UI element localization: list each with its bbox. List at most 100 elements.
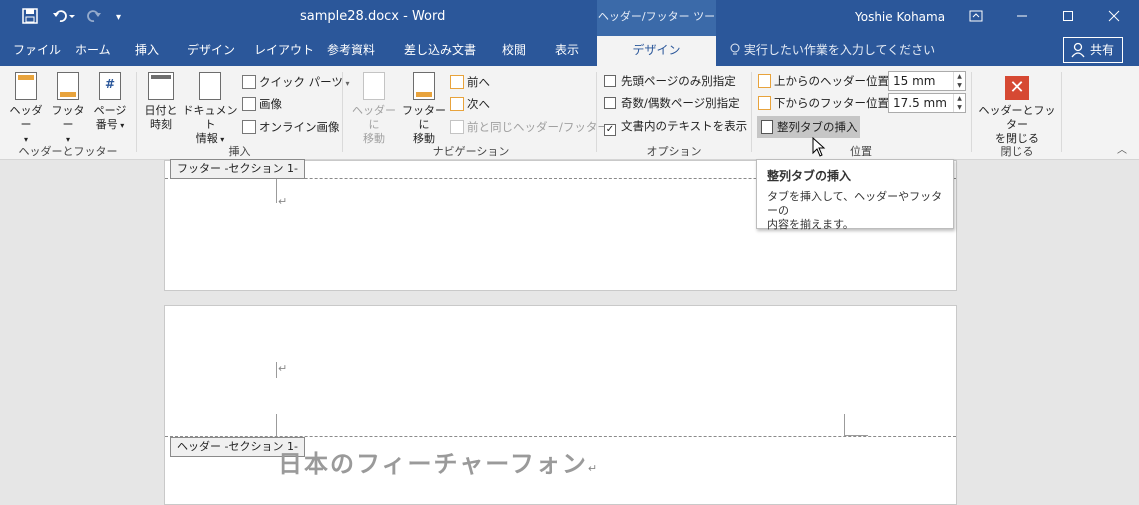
- go-to-header-icon: [363, 72, 385, 100]
- go-to-header-button[interactable]: ヘッダーに 移動: [348, 70, 400, 146]
- date-time-button[interactable]: 日付と 時刻: [142, 70, 180, 132]
- link-icon: [450, 120, 464, 134]
- group-label-insert: 挿入: [228, 145, 251, 158]
- chevron-down-icon: ▾: [117, 121, 125, 130]
- user-name[interactable]: Yoshie Kohama: [855, 0, 945, 34]
- document-page-2[interactable]: ↵ ヘッダー -セクション 1- 日本のフィーチャーフォン↵: [164, 305, 957, 505]
- document-info-button[interactable]: ドキュメント 情報 ▾: [182, 70, 238, 147]
- picture-icon: [242, 97, 256, 111]
- group-separator: [1061, 72, 1062, 152]
- group-label-options: オプション: [646, 145, 702, 158]
- page-number-icon: #: [99, 72, 121, 100]
- group-separator: [751, 72, 752, 152]
- redo-icon[interactable]: [86, 8, 102, 28]
- undo-icon[interactable]: [52, 8, 76, 28]
- tooltip: 整列タブの挿入 タブを挿入して、ヘッダーやフッターの 内容を揃えます。: [756, 159, 954, 231]
- tab-review[interactable]: 校閲: [502, 36, 526, 66]
- ribbon: ヘッダー ▾ フッター ▾ # ページ 番号 ▾ ヘッダーとフッター 日付と 時刻 ドキ…: [0, 66, 1139, 160]
- mouse-pointer-icon: [812, 136, 826, 157]
- context-tab-title: ヘッダー/フッター ツール: [597, 0, 716, 57]
- save-icon[interactable]: [22, 8, 38, 28]
- footer-position-input[interactable]: 17.5 mm ▲ ▼: [888, 93, 966, 113]
- show-document-text-checkbox[interactable]: ✓ 文書内のテキストを表示: [604, 116, 747, 136]
- online-picture-button[interactable]: オンライン画像: [242, 117, 340, 137]
- group-label-close: 閉じる: [1000, 145, 1034, 158]
- link-to-previous-button[interactable]: 前と同じヘッダー/フッター: [450, 117, 609, 137]
- paragraph-mark: ↵: [587, 462, 598, 475]
- alignment-tab-icon: [761, 120, 773, 134]
- insert-alignment-tab-button[interactable]: 整列タブの挿入: [757, 116, 860, 138]
- footer-section-label: フッター -セクション 1-: [170, 159, 305, 179]
- tab-insert[interactable]: 挿入: [135, 36, 159, 66]
- document-title: sample28.docx - Word: [300, 9, 446, 24]
- different-first-page-checkbox[interactable]: 先頭ページのみ別指定: [604, 71, 736, 91]
- close-header-footer-button[interactable]: ✕ ヘッダーとフッター を閉じる: [975, 70, 1059, 146]
- tab-view[interactable]: 表示: [555, 36, 579, 66]
- tell-me-text: 実行したい作業を入力してください: [743, 43, 936, 57]
- footer-from-bottom-icon: [758, 96, 771, 110]
- online-picture-icon: [242, 120, 256, 134]
- go-to-footer-icon: [413, 72, 435, 100]
- group-label-header-footer: ヘッダーとフッター: [18, 145, 118, 158]
- customize-quick-access-icon[interactable]: ▾: [116, 8, 121, 28]
- spin-arrows-icon[interactable]: ▲ ▼: [953, 94, 965, 112]
- spin-arrows-icon[interactable]: ▲ ▼: [953, 72, 965, 90]
- tooltip-body: タブを挿入して、ヘッダーやフッターの 内容を揃えます。: [767, 190, 943, 231]
- paragraph-mark: ↵: [278, 362, 288, 375]
- page-number-button[interactable]: # ページ 番号 ▾: [90, 70, 130, 133]
- quick-parts-button[interactable]: クイック パーツ ▾: [242, 72, 350, 92]
- ribbon-tab-bar: ファイル ホーム 挿入 デザイン レイアウト 参考資料 差し込み文書 校閲 表示…: [0, 36, 1139, 67]
- share-button[interactable]: 共有: [1063, 37, 1123, 63]
- checkmark-icon: ✓: [604, 124, 616, 136]
- minimize-icon[interactable]: [999, 0, 1045, 34]
- margin-mark: [276, 414, 277, 436]
- go-to-footer-button[interactable]: フッターに 移動: [400, 70, 448, 146]
- collapse-ribbon-icon[interactable]: ︿: [1117, 141, 1127, 156]
- group-separator: [342, 72, 343, 152]
- previous-button[interactable]: 前へ: [450, 72, 490, 92]
- tab-references[interactable]: 参考資料: [327, 36, 375, 66]
- footer-button[interactable]: フッター ▾: [48, 70, 88, 147]
- share-label: 共有: [1090, 43, 1115, 57]
- tab-header-footer-design[interactable]: デザイン: [597, 36, 716, 67]
- header-icon: [15, 72, 37, 100]
- next-section-icon: [450, 97, 464, 111]
- tab-file[interactable]: ファイル: [13, 36, 61, 66]
- tab-mailings[interactable]: 差し込み文書: [404, 36, 476, 66]
- group-separator: [596, 72, 597, 152]
- margin-mark: [844, 414, 845, 436]
- previous-section-icon: [450, 75, 464, 89]
- different-odd-even-checkbox[interactable]: 奇数/偶数ページ別指定: [604, 93, 740, 113]
- title-bar: ▾ sample28.docx - Word ヘッダー/フッター ツール Yos…: [0, 0, 1139, 57]
- checkbox-box: [604, 75, 616, 87]
- tab-design[interactable]: デザイン: [187, 36, 235, 66]
- group-label-position: 位置: [850, 145, 872, 158]
- checkbox-box: [604, 97, 616, 109]
- tab-home[interactable]: ホーム: [75, 36, 111, 66]
- header-button[interactable]: ヘッダー ▾: [6, 70, 46, 147]
- quick-parts-icon: [242, 75, 256, 89]
- tell-me-search[interactable]: 実行したい作業を入力してください: [730, 36, 935, 66]
- header-from-top-icon: [758, 74, 771, 88]
- picture-button[interactable]: 画像: [242, 94, 282, 114]
- header-position-label: 上からのヘッダー位置:: [758, 71, 893, 91]
- footer-position-label: 下からのフッター位置:: [758, 93, 893, 113]
- cursor-caret: [276, 362, 277, 378]
- group-label-navigation: ナビゲーション: [432, 145, 510, 158]
- close-window-icon[interactable]: [1091, 0, 1137, 34]
- group-separator: [971, 72, 972, 152]
- document-heading[interactable]: 日本のフィーチャーフォン↵: [278, 444, 597, 479]
- person-icon: [1071, 42, 1085, 61]
- group-separator: [136, 72, 137, 152]
- next-button[interactable]: 次へ: [450, 94, 490, 114]
- tab-layout[interactable]: レイアウト: [254, 36, 314, 66]
- margin-mark: [276, 179, 277, 203]
- document-info-icon: [199, 72, 221, 100]
- paragraph-mark: ↵: [278, 195, 288, 208]
- calendar-clock-icon: [148, 72, 174, 100]
- ribbon-display-options-icon[interactable]: [953, 0, 999, 34]
- header-position-input[interactable]: 15 mm ▲ ▼: [888, 71, 966, 91]
- footer-icon: [57, 72, 79, 100]
- lightbulb-icon: [730, 43, 744, 57]
- maximize-icon[interactable]: [1045, 0, 1091, 34]
